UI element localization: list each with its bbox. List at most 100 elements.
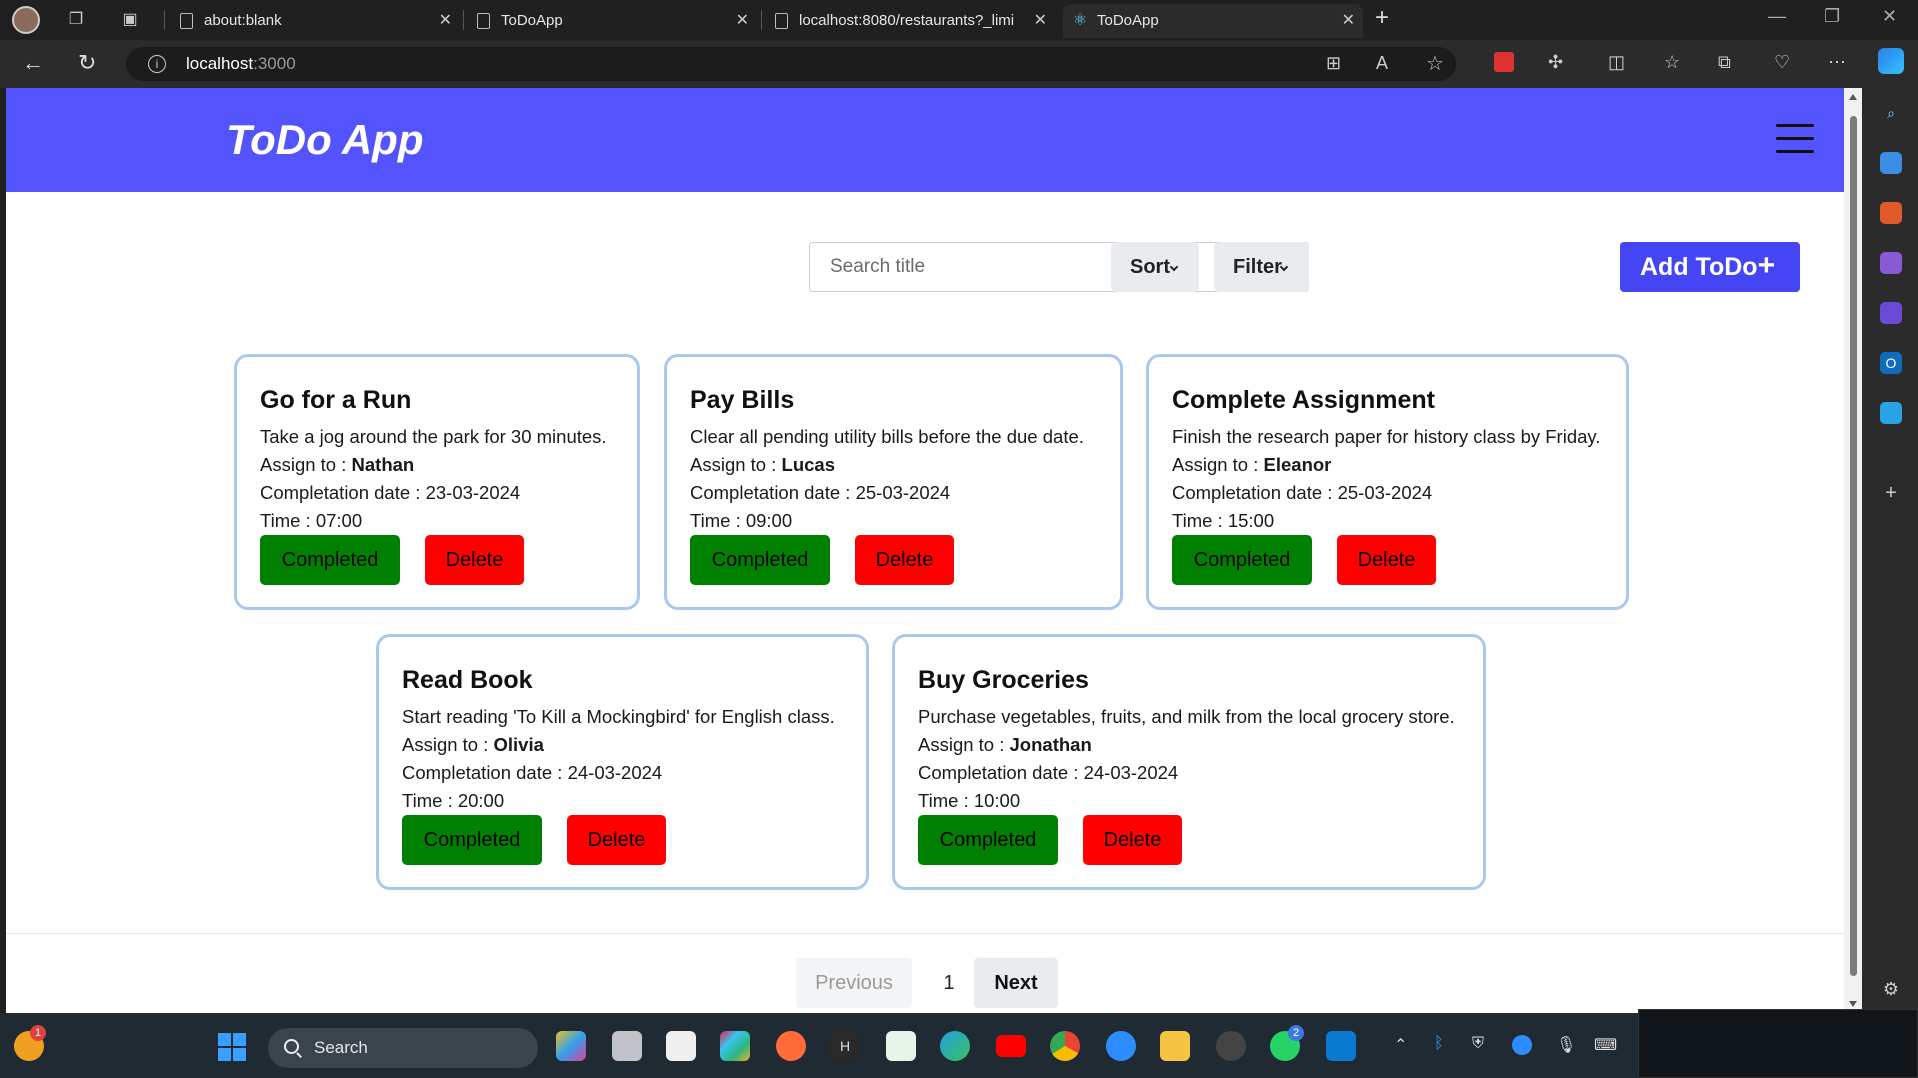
vue-app-icon[interactable] — [886, 1031, 916, 1061]
todo-description: Clear all pending utility bills before t… — [690, 426, 1084, 447]
copilot-icon[interactable] — [1878, 48, 1904, 74]
completed-button[interactable]: Completed — [918, 815, 1058, 865]
zoom-icon[interactable] — [1106, 1031, 1136, 1061]
favorite-star-icon[interactable]: ☆ — [1426, 51, 1444, 76]
add-sidebar-icon[interactable]: + — [1880, 482, 1902, 504]
current-page-number[interactable]: 1 — [934, 958, 964, 1008]
close-tab-icon[interactable]: ✕ — [439, 4, 452, 38]
copilot-sidebar-icon[interactable] — [1880, 302, 1902, 324]
restore-icon[interactable]: ❐ — [1824, 6, 1840, 27]
performance-icon[interactable]: ♡ — [1774, 52, 1790, 73]
settings-icon[interactable]: ⚙ — [1880, 978, 1902, 1000]
minimize-icon[interactable]: — — [1768, 6, 1786, 27]
games-icon[interactable] — [1880, 252, 1902, 274]
h-app-icon[interactable]: H — [830, 1031, 860, 1061]
tools-icon[interactable] — [1880, 202, 1902, 224]
delete-button[interactable]: Delete — [567, 815, 666, 865]
extension-red-icon[interactable] — [1494, 52, 1514, 72]
todo-assignee: Assign to : Eleanor — [1172, 454, 1332, 475]
vertical-tabs-icon[interactable]: ▣ — [118, 8, 142, 32]
taskbar-search[interactable]: Search — [268, 1028, 538, 1068]
app-logo[interactable]: ToDo App — [226, 116, 424, 164]
scroll-thumb[interactable] — [1850, 116, 1857, 976]
zoom-tray-icon[interactable] — [1512, 1035, 1532, 1055]
back-icon[interactable]: ← — [22, 50, 44, 76]
tab-title: localhost:8080/restaurants?_limit — [799, 12, 1014, 29]
favorites-icon[interactable]: ☆ — [1664, 52, 1680, 73]
close-tab-icon[interactable]: ✕ — [1034, 4, 1047, 38]
completed-button[interactable]: Completed — [690, 535, 830, 585]
todo-date: Completation date : 25-03-2024 — [1172, 482, 1433, 503]
send-icon[interactable] — [1880, 402, 1902, 424]
browser-sidebar: ⌕ O + ⚙ — [1862, 88, 1918, 1013]
keyboard-icon[interactable]: ⌨ — [1594, 1035, 1617, 1055]
postman-icon[interactable] — [776, 1031, 806, 1061]
todo-description: Start reading 'To Kill a Mockingbird' fo… — [402, 706, 835, 727]
microphone-icon[interactable]: 🎙 — [1556, 1035, 1576, 1055]
slack-icon[interactable] — [720, 1031, 750, 1061]
tab-todoapp-active[interactable]: ⚛ ToDoApp ✕ — [1063, 4, 1363, 38]
delete-button[interactable]: Delete — [425, 535, 524, 585]
bluetooth-icon[interactable]: ᛒ — [1434, 1035, 1444, 1053]
store-icon[interactable] — [666, 1031, 696, 1061]
page-scrollbar[interactable] — [1844, 88, 1862, 1013]
tab-todoapp-1[interactable]: ToDoApp ✕ — [467, 4, 757, 38]
sort-dropdown[interactable]: Sort — [1111, 242, 1199, 292]
split-screen-icon[interactable]: ◫ — [1608, 52, 1625, 73]
edge-icon[interactable] — [940, 1031, 970, 1061]
delete-button[interactable]: Delete — [1083, 815, 1182, 865]
todo-assignee: Assign to : Nathan — [260, 454, 415, 475]
todo-description: Purchase vegetables, fruits, and milk fr… — [918, 706, 1455, 727]
refresh-icon[interactable]: ↻ — [78, 50, 96, 76]
file-explorer-icon[interactable] — [1160, 1031, 1190, 1061]
shopping-icon[interactable] — [1880, 152, 1902, 174]
site-info-icon[interactable]: i — [148, 55, 166, 73]
windows-start-icon[interactable] — [218, 1033, 246, 1061]
outlook-icon[interactable]: O — [1880, 352, 1902, 374]
filter-dropdown[interactable]: Filter — [1214, 242, 1309, 292]
task-view-icon[interactable] — [612, 1031, 642, 1061]
scroll-down-icon[interactable] — [1849, 1001, 1857, 1007]
close-window-icon[interactable]: ✕ — [1882, 6, 1897, 27]
read-aloud-icon[interactable]: A — [1376, 53, 1388, 74]
completed-button[interactable]: Completed — [260, 535, 400, 585]
security-icon[interactable]: ⛨ — [1472, 1035, 1484, 1053]
close-tab-icon[interactable]: ✕ — [736, 4, 749, 38]
page-icon — [775, 13, 788, 29]
completed-button[interactable]: Completed — [1172, 535, 1312, 585]
chrome-icon[interactable] — [1050, 1031, 1080, 1061]
menu-icon[interactable] — [1776, 124, 1814, 153]
scroll-up-icon[interactable] — [1849, 94, 1857, 100]
tab-restaurants[interactable]: localhost:8080/restaurants?_limit ✕ — [765, 4, 1055, 38]
url-field[interactable]: i localhost:3000 ⊞ A ☆ — [126, 47, 1456, 81]
new-tab-icon[interactable]: + — [1375, 4, 1389, 32]
app-available-icon[interactable]: ⊞ — [1326, 53, 1341, 74]
todo-assignee: Assign to : Lucas — [690, 454, 835, 475]
copilot-app-icon[interactable] — [556, 1031, 586, 1061]
collections-icon[interactable]: ⧉ — [1718, 52, 1731, 73]
previous-page-button[interactable]: Previous — [796, 958, 912, 1008]
tray-chevron-up-icon[interactable]: ⌃ — [1394, 1035, 1407, 1055]
next-page-button[interactable]: Next — [974, 958, 1058, 1008]
close-tab-icon[interactable]: ✕ — [1342, 4, 1355, 38]
tab-about-blank[interactable]: about:blank ✕ — [170, 4, 460, 38]
profile-avatar[interactable] — [12, 6, 40, 34]
search-icon[interactable]: ⌕ — [1880, 102, 1902, 124]
filter-label: Filter — [1233, 256, 1282, 278]
todo-title: Read Book — [402, 666, 533, 694]
tab-title: ToDoApp — [1097, 12, 1159, 29]
youtube-icon[interactable] — [996, 1035, 1026, 1057]
vscode-icon[interactable] — [1326, 1031, 1356, 1061]
window-preview-thumbnail[interactable] — [1638, 1009, 1918, 1078]
add-todo-button[interactable]: Add ToDo+ — [1620, 242, 1800, 292]
browser-tab-bar: ❐ ▣ about:blank ✕ ToDoApp ✕ localhost:80… — [0, 0, 1918, 40]
completed-button[interactable]: Completed — [402, 815, 542, 865]
delete-button[interactable]: Delete — [855, 535, 954, 585]
tab-title: about:blank — [204, 12, 282, 29]
delete-button[interactable]: Delete — [1337, 535, 1436, 585]
todo-date: Completation date : 24-03-2024 — [918, 762, 1179, 783]
more-menu-icon[interactable]: ⋯ — [1828, 52, 1846, 73]
media-player-icon[interactable] — [1216, 1031, 1246, 1061]
extensions-icon[interactable]: ✣ — [1548, 52, 1563, 73]
workspaces-icon[interactable]: ❐ — [64, 8, 88, 32]
